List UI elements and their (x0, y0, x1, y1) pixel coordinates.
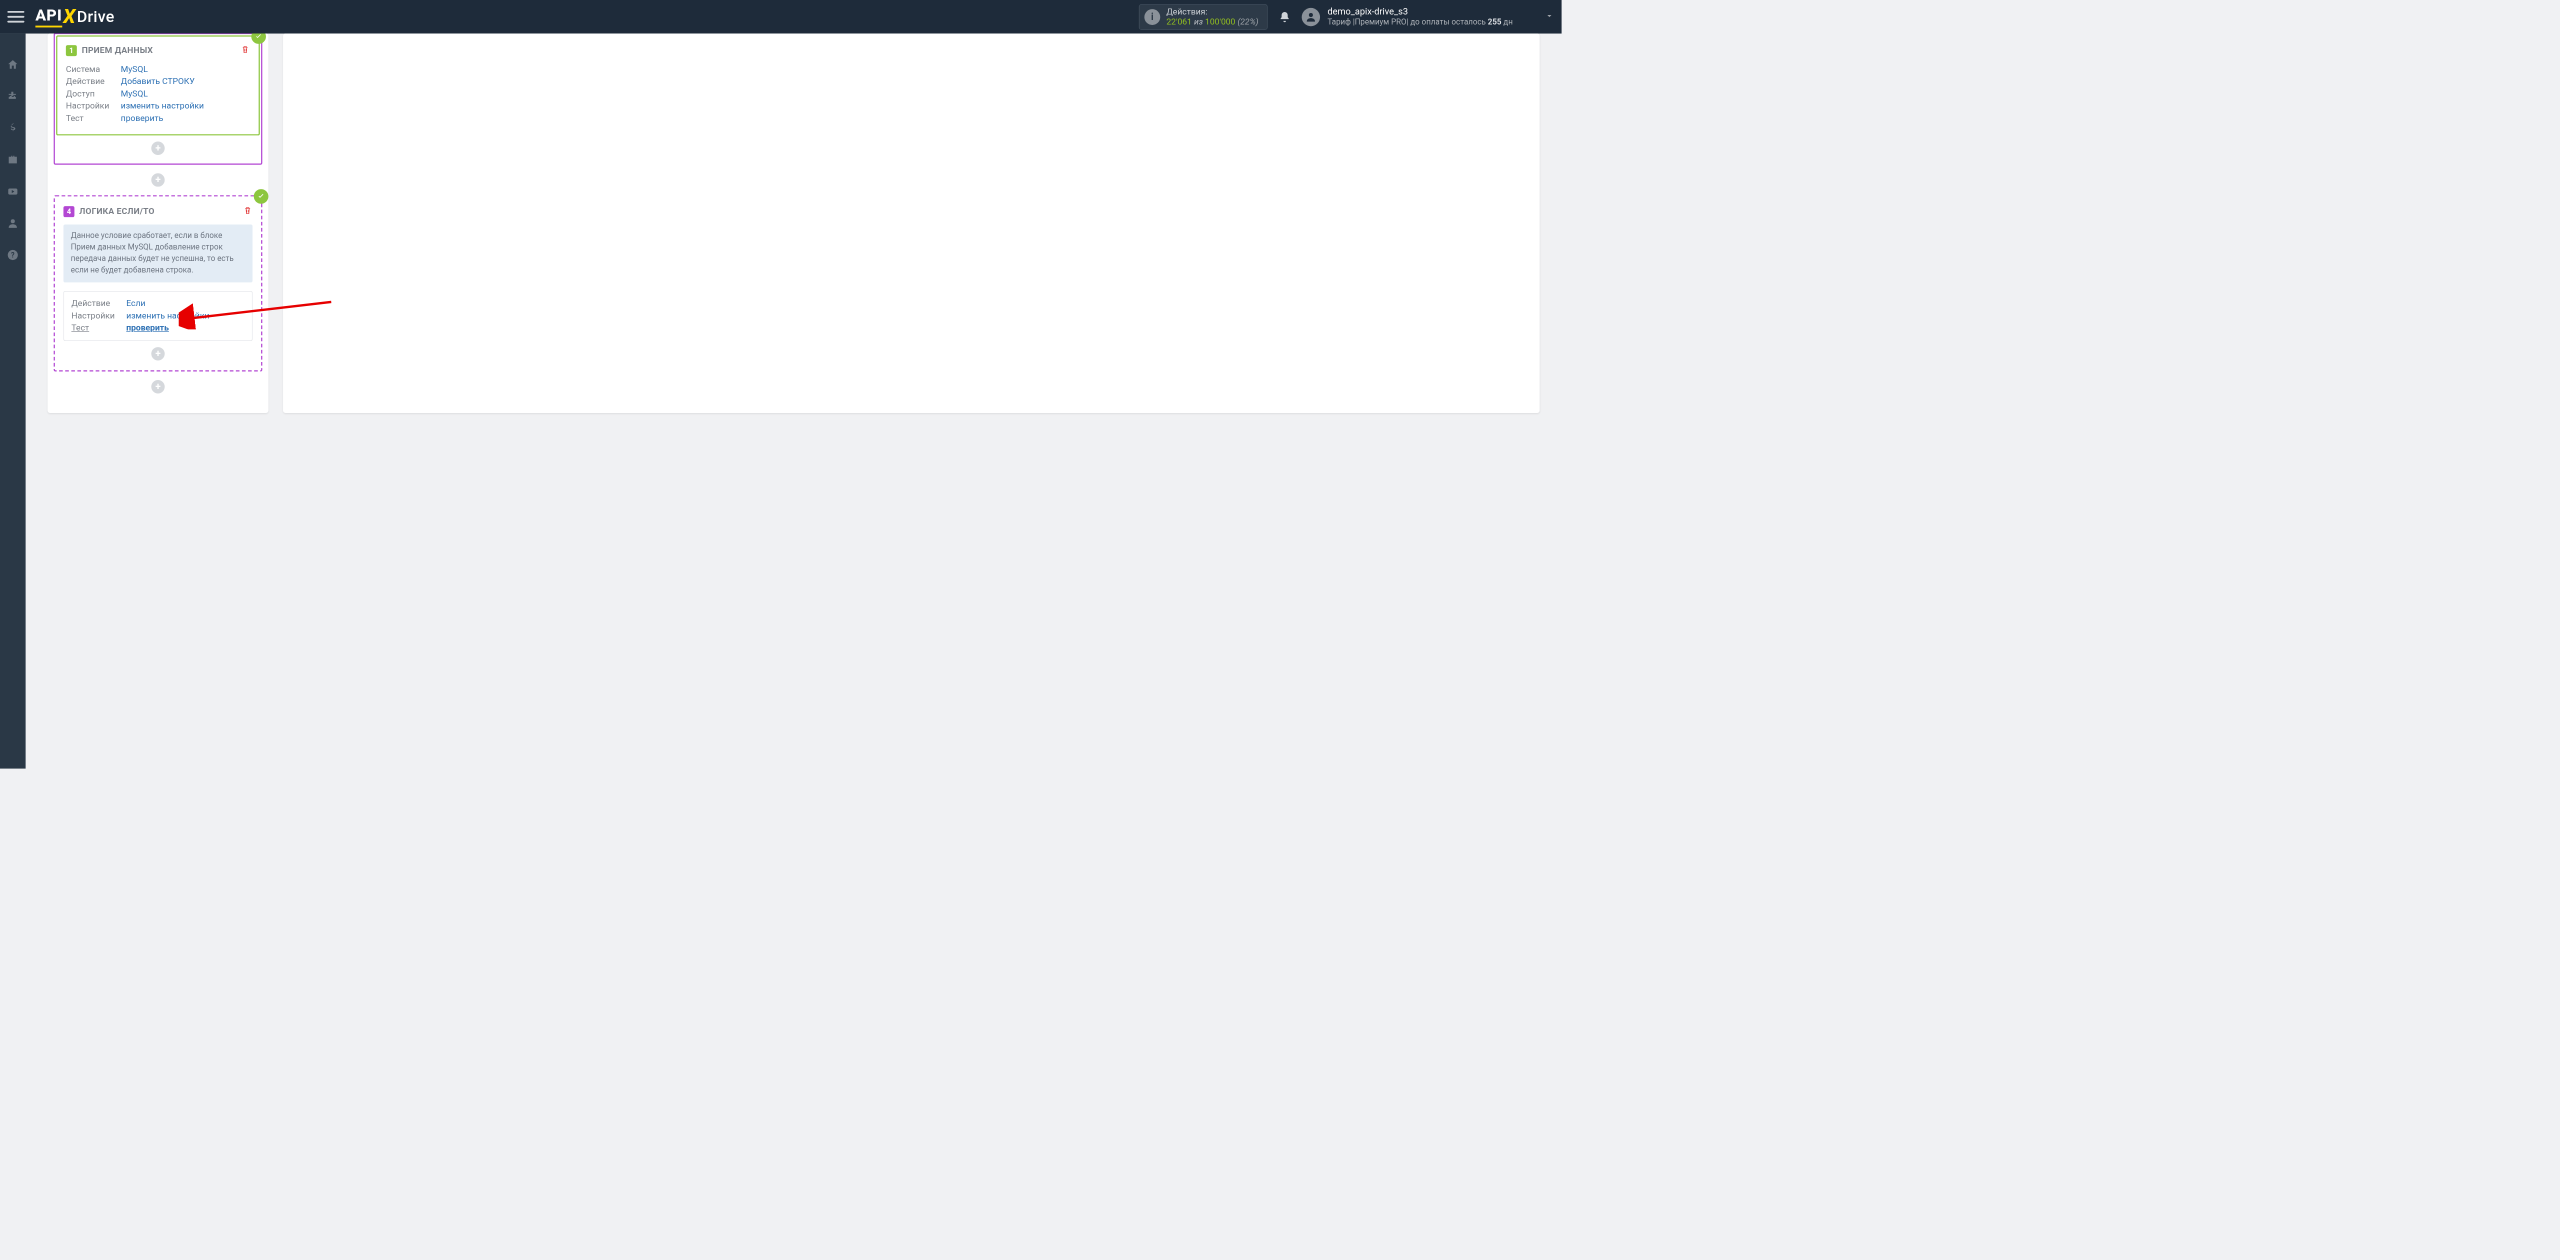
actions-counter[interactable]: i Действия: 22'061 из 100'000 (22%) (1139, 4, 1268, 30)
briefcase-icon[interactable] (0, 151, 26, 169)
actions-value: 22'061 из 100'000 (22%) (1166, 17, 1258, 27)
block-4-config: ДействиеЕсли Настройкиизменить настройки… (63, 291, 252, 341)
block-4[interactable]: 4 ЛОГИКА ЕСЛИ/ТО Данное условие сработае… (54, 195, 263, 372)
block-4-description: Данное условие сработает, если в блоке П… (63, 224, 252, 282)
dollar-icon[interactable] (0, 119, 26, 137)
logo-drive: Drive (77, 8, 115, 26)
row4-test-value[interactable]: проверить (126, 324, 169, 334)
avatar-icon (1302, 8, 1320, 26)
logo[interactable]: APIXDrive (35, 5, 114, 28)
actions-label: Действия: (1166, 7, 1258, 17)
main-content: 1 ПРИЕМ ДАННЫХ СистемаMySQL ДействиеДоба… (26, 34, 1562, 769)
step-badge-4: 4 (63, 206, 74, 217)
row-test-label: Тест (66, 113, 121, 123)
add-block-button[interactable] (151, 173, 164, 186)
add-step-button[interactable] (151, 142, 164, 155)
check-icon (254, 189, 269, 204)
row-settings-value[interactable]: изменить настройки (121, 101, 204, 111)
user-sub: Тариф |Премиум PRO| до оплаты осталось 2… (1327, 18, 1512, 28)
sitemap-icon[interactable] (0, 87, 26, 105)
logo-api: API (35, 6, 62, 27)
block-1-title: ПРИЕМ ДАННЫХ (82, 46, 153, 56)
row4-test-label: Тест (71, 324, 126, 334)
row4-action-value[interactable]: Если (126, 299, 145, 309)
row-access-label: Доступ (66, 89, 121, 99)
check-icon (251, 34, 266, 44)
row4-action-label: Действие (71, 299, 126, 309)
row4-settings-value[interactable]: изменить настройки (126, 311, 209, 321)
chevron-down-icon (1545, 11, 1555, 23)
home-icon[interactable] (0, 56, 26, 74)
add-block-button[interactable] (151, 380, 164, 393)
row4-settings-label: Настройки (71, 311, 126, 321)
workflow-panel: 1 ПРИЕМ ДАННЫХ СистемаMySQL ДействиеДоба… (48, 34, 269, 414)
trash-icon[interactable] (243, 205, 253, 218)
topbar: APIXDrive i Действия: 22'061 из 100'000 … (0, 0, 1562, 34)
row-action-value[interactable]: Добавить СТРОКУ (121, 77, 195, 87)
row-test-value[interactable]: проверить (121, 113, 163, 123)
info-icon: i (1144, 9, 1160, 25)
block-4-title: ЛОГИКА ЕСЛИ/ТО (79, 207, 154, 217)
trash-icon[interactable] (240, 44, 250, 57)
row-access-value[interactable]: MySQL (121, 89, 148, 99)
sidebar: ? (0, 34, 26, 769)
row-settings-label: Настройки (66, 101, 121, 111)
user-menu[interactable]: demo_apix-drive_s3 Тариф |Премиум PRO| д… (1302, 6, 1554, 27)
svg-text:?: ? (11, 251, 15, 260)
details-panel (283, 34, 1540, 414)
bell-icon[interactable] (1279, 10, 1291, 23)
add-step-button[interactable] (151, 347, 164, 360)
row-system-value[interactable]: MySQL (121, 65, 148, 75)
row-system-label: Система (66, 65, 121, 75)
logo-x: X (63, 5, 75, 28)
block-1[interactable]: 1 ПРИЕМ ДАННЫХ СистемаMySQL ДействиеДоба… (56, 35, 260, 135)
row-action-label: Действие (66, 77, 121, 87)
step-badge-1: 1 (66, 45, 77, 56)
user-icon[interactable] (0, 214, 26, 232)
user-name: demo_apix-drive_s3 (1327, 6, 1512, 17)
hamburger-menu[interactable] (7, 8, 24, 25)
block-1-outer: 1 ПРИЕМ ДАННЫХ СистемаMySQL ДействиеДоба… (54, 34, 263, 165)
youtube-icon[interactable] (0, 182, 26, 200)
help-icon[interactable]: ? (0, 246, 26, 264)
